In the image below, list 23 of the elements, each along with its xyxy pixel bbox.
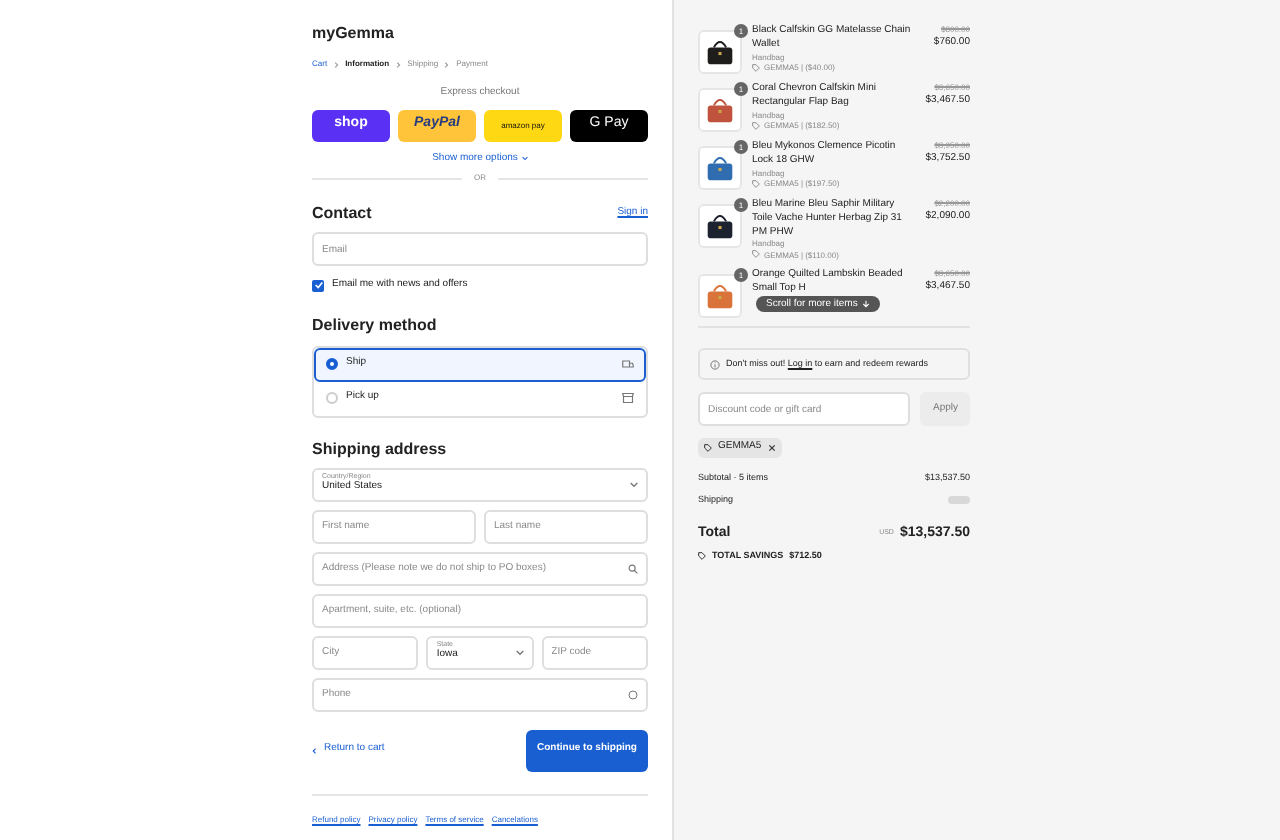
tag-icon [752, 63, 760, 72]
store-name: myGemma [312, 22, 396, 46]
arrow-down-icon [861, 299, 870, 308]
tag-icon [704, 444, 712, 452]
chevron-down-icon [630, 481, 638, 487]
radio-button[interactable] [326, 358, 338, 370]
tag-icon [698, 552, 706, 561]
truck-icon [622, 358, 634, 370]
news-checkbox[interactable] [312, 279, 324, 292]
search-icon [628, 563, 638, 573]
shipping-heading: Shipping address [312, 437, 449, 461]
tag-icon [752, 179, 760, 188]
contact-heading: Contact [312, 202, 372, 226]
remove-icon[interactable] [767, 444, 776, 452]
tag-icon [752, 121, 760, 130]
chevron-icon [312, 747, 318, 753]
tag-icon [752, 250, 760, 259]
info-icon [710, 359, 720, 369]
caret-icon [521, 155, 528, 162]
shipping-placeholder-bar [948, 496, 970, 505]
chevron-down-icon [515, 649, 524, 655]
store-icon [622, 392, 634, 404]
delivery-heading: Delivery method [312, 313, 439, 337]
